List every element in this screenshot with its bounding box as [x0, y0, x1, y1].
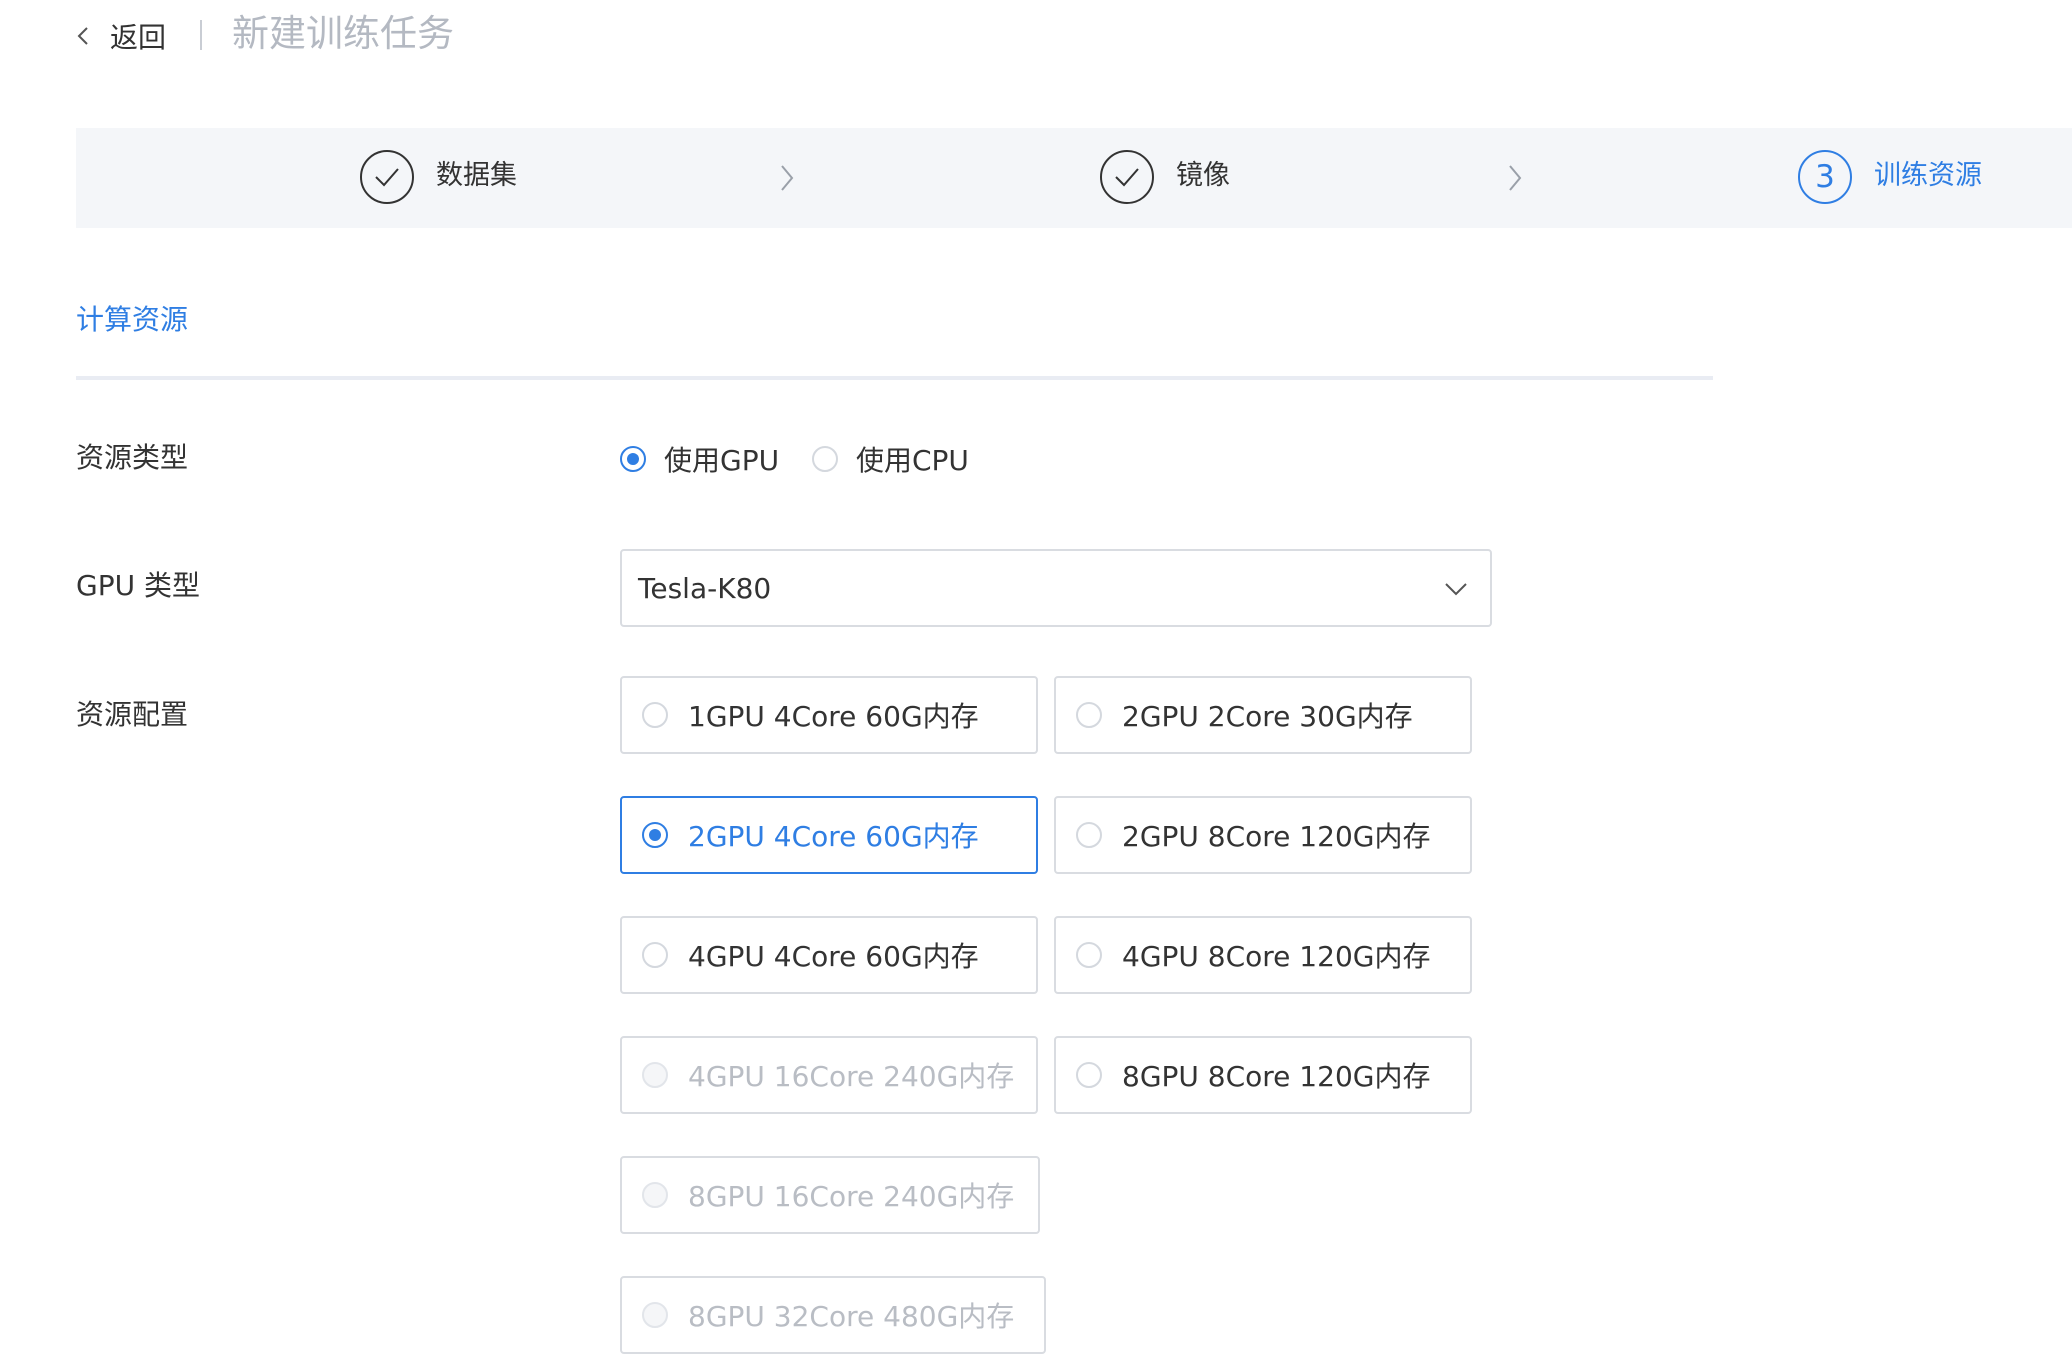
config-option-label: 8GPU 16Core 240G内存 [688, 1180, 1015, 1213]
chevron-right-icon [1509, 165, 1522, 191]
section-divider [76, 376, 1713, 380]
config-option-label: 1GPU 4Core 60G内存 [688, 700, 979, 733]
radio-checked-icon[interactable] [642, 822, 668, 848]
radio-disabled-icon [642, 1062, 668, 1088]
radio-unchecked-icon[interactable] [1076, 1062, 1102, 1088]
header-divider [200, 20, 202, 50]
config-option-label: 4GPU 4Core 60G内存 [688, 940, 979, 973]
gpu-type-value: Tesla-K80 [638, 571, 772, 605]
chevron-left-icon [77, 27, 88, 45]
config-option-6[interactable]: 4GPU 8Core 120G内存 [1054, 916, 1472, 994]
resource-type-cpu-option[interactable]: 使用CPU [812, 439, 969, 479]
radio-disabled-icon [642, 1182, 668, 1208]
config-option-label: 4GPU 16Core 240G内存 [688, 1060, 1015, 1093]
config-option-2[interactable]: 2GPU 2Core 30G内存 [1054, 676, 1472, 754]
radio-unchecked-icon[interactable] [642, 942, 668, 968]
config-option-3[interactable]: 2GPU 4Core 60G内存 [620, 796, 1038, 874]
config-option-5[interactable]: 4GPU 4Core 60G内存 [620, 916, 1038, 994]
back-button[interactable]: 返回 [74, 14, 166, 58]
radio-unchecked-icon[interactable] [812, 446, 838, 472]
config-option-4[interactable]: 2GPU 8Core 120G内存 [1054, 796, 1472, 874]
config-option-10: 8GPU 32Core 480G内存 [620, 1276, 1046, 1354]
section-title: 计算资源 [76, 303, 189, 336]
config-option-1[interactable]: 1GPU 4Core 60G内存 [620, 676, 1038, 754]
radio-unchecked-icon[interactable] [1076, 702, 1102, 728]
step-3-label: 训练资源 [1874, 160, 1982, 191]
resource-config-label: 资源配置 [76, 698, 189, 731]
resource-type-cpu-label: 使用CPU [856, 444, 969, 477]
steps-bar: 数据集 镜像 3 训练资源 [76, 128, 2072, 228]
gpu-type-select[interactable]: Tesla-K80 [620, 549, 1492, 627]
back-label: 返回 [110, 21, 167, 54]
step-3-number: 3 [1798, 150, 1852, 204]
config-option-8[interactable]: 8GPU 8Core 120G内存 [1054, 1036, 1472, 1114]
radio-unchecked-icon[interactable] [1076, 822, 1102, 848]
chevron-right-icon [781, 165, 794, 191]
gpu-type-label: GPU 类型 [76, 569, 200, 602]
config-option-label: 2GPU 4Core 60G内存 [688, 820, 979, 853]
config-option-label: 8GPU 32Core 480G内存 [688, 1300, 1015, 1333]
radio-unchecked-icon[interactable] [1076, 942, 1102, 968]
config-option-label: 4GPU 8Core 120G内存 [1122, 940, 1431, 973]
radio-unchecked-icon[interactable] [642, 702, 668, 728]
step-2-label: 镜像 [1176, 160, 1230, 191]
config-option-9: 8GPU 16Core 240G内存 [620, 1156, 1040, 1234]
chevron-down-icon [1445, 583, 1467, 596]
radio-checked-icon[interactable] [620, 446, 646, 472]
config-option-label: 8GPU 8Core 120G内存 [1122, 1060, 1431, 1093]
config-option-label: 2GPU 2Core 30G内存 [1122, 700, 1413, 733]
step-1-check-icon [360, 150, 414, 204]
config-option-label: 2GPU 8Core 120G内存 [1122, 820, 1431, 853]
resource-type-gpu-option[interactable]: 使用GPU [620, 439, 779, 479]
config-option-7: 4GPU 16Core 240G内存 [620, 1036, 1038, 1114]
resource-type-gpu-label: 使用GPU [664, 444, 780, 477]
page-title: 新建训练任务 [232, 12, 454, 55]
resource-type-label: 资源类型 [76, 441, 189, 474]
step-2-check-icon [1100, 150, 1154, 204]
step-1-label: 数据集 [436, 160, 517, 191]
radio-disabled-icon [642, 1302, 668, 1328]
